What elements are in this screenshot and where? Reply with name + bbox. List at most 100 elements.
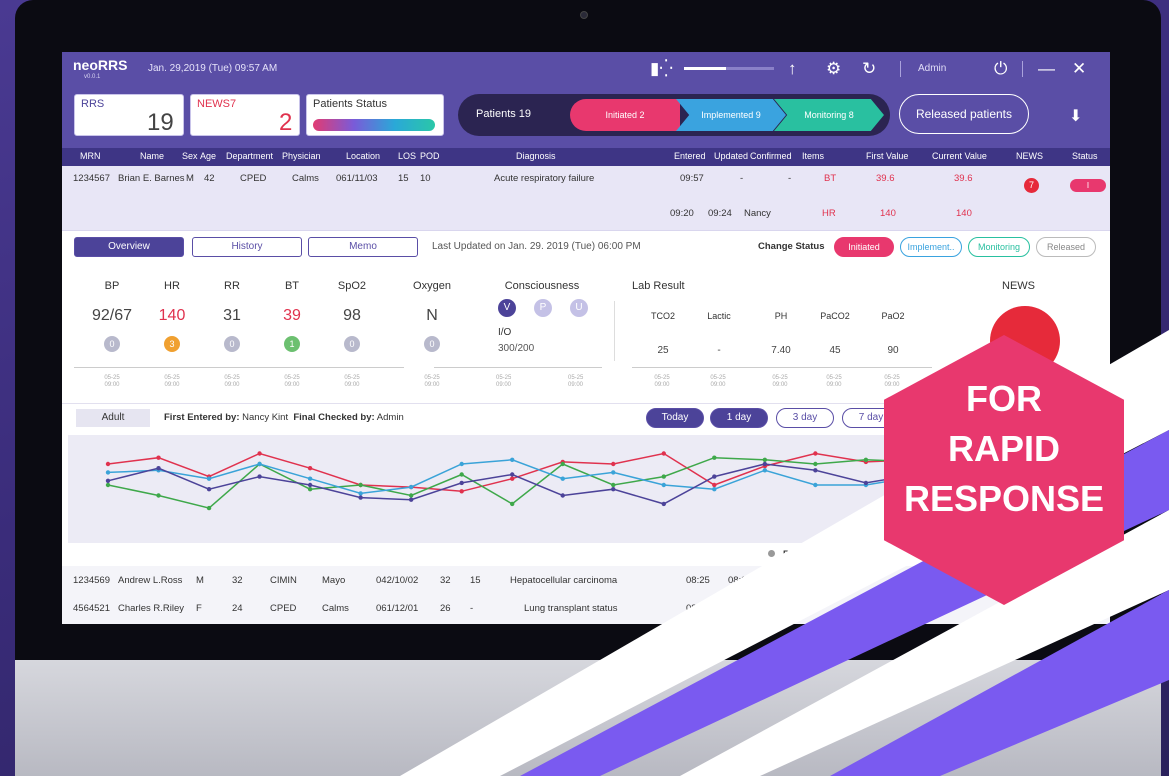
col-status[interactable]: Status — [1072, 151, 1098, 161]
speaker-icon[interactable]: ▮⁛ — [650, 59, 673, 79]
data-point — [560, 476, 565, 481]
col-physician[interactable]: Physician — [282, 151, 321, 161]
range-3day-button[interactable]: 3 day — [776, 408, 834, 428]
vital-timestamp: 05-25 09:00 — [344, 375, 360, 388]
pipeline-monitoring[interactable]: Monitoring 8 — [774, 99, 884, 131]
data-point — [156, 493, 161, 498]
minimize-icon[interactable]: — — [1038, 59, 1055, 79]
data-point — [611, 487, 616, 492]
consciousness-p[interactable]: P — [534, 299, 552, 317]
data-point — [661, 474, 666, 479]
lab-timestamp: 05-25 09:00 — [710, 375, 726, 388]
col-location[interactable]: Location — [346, 151, 380, 161]
pipeline-initiated[interactable]: Initiated 2 — [570, 99, 680, 131]
vital-score-bt: 1 — [284, 336, 300, 352]
lab-value-pao2: 90 — [887, 345, 899, 356]
signal-icon[interactable]: ↑ — [788, 59, 797, 79]
rrs-card[interactable]: RRS 19 — [74, 94, 184, 136]
col-mrn[interactable]: MRN — [80, 151, 101, 161]
col-department[interactable]: Department — [226, 151, 273, 161]
tab-history[interactable]: History — [192, 237, 302, 257]
cell-entered: 09:57 — [680, 173, 704, 184]
vital-label-bp: BP — [104, 280, 120, 292]
cell-sex: M — [186, 173, 194, 184]
col-sex[interactable]: Sex — [182, 151, 198, 161]
data-point — [813, 482, 818, 488]
user-name[interactable]: Admin — [918, 63, 946, 74]
range-today-button[interactable]: Today — [646, 408, 704, 428]
cell-updated: - — [740, 173, 744, 184]
cell-diagnosis: Lung transplant status — [524, 603, 618, 614]
data-point — [510, 476, 515, 481]
tab-overview[interactable]: Overview — [74, 237, 184, 257]
table-row[interactable]: 4564521 Charles R.Riley F 24 CPED Calms … — [62, 596, 1110, 622]
rrs-count: 19 — [147, 109, 174, 136]
cell-first-value: 140 — [880, 208, 896, 219]
data-point — [307, 466, 313, 471]
col-confirmed[interactable]: Confirmed — [750, 151, 792, 161]
download-icon[interactable]: ⬇ — [1069, 106, 1082, 126]
news7-label: NEWS7 — [197, 98, 237, 110]
consciousness-u[interactable]: U — [570, 299, 588, 317]
news-score: 7 — [1024, 178, 1039, 193]
table-row-selected[interactable]: 1234567 Brian E. Barnes M 42 CPED Calms … — [62, 166, 1110, 230]
overlay-line1: FOR — [966, 378, 1042, 419]
col-first-value[interactable]: First Value — [866, 151, 908, 161]
data-point — [459, 489, 464, 494]
io-date: 05-25 — [568, 375, 584, 381]
data-point — [105, 470, 111, 475]
col-name[interactable]: Name — [140, 151, 164, 161]
col-items[interactable]: Items — [802, 151, 824, 161]
patient-pipeline: Patients 19 Initiated 2 Implemented 9 Mo… — [458, 94, 890, 136]
cell-mrn: 1234567 — [73, 173, 110, 184]
close-icon[interactable]: ✕ — [1072, 59, 1086, 79]
consciousness-v[interactable]: V — [498, 299, 516, 317]
patients-status-card[interactable]: Patients Status — [306, 94, 444, 136]
cell-name: Brian E. Barnes — [118, 173, 185, 184]
cell-current-value: 140 — [956, 208, 972, 219]
range-1day-button[interactable]: 1 day — [710, 408, 768, 428]
col-age[interactable]: Age — [200, 151, 216, 161]
status-implemented-button[interactable]: Implement.. — [900, 237, 962, 257]
cell-age: 32 — [232, 575, 243, 586]
status-released-button[interactable]: Released — [1036, 237, 1096, 257]
lab-label-pao2: PaO2 — [881, 311, 905, 321]
power-icon[interactable]: ⏻ — [994, 59, 1007, 79]
cell-confirmed: Nancy — [744, 208, 771, 219]
volume-slider[interactable] — [684, 67, 774, 70]
data-point — [408, 493, 414, 498]
news7-card[interactable]: NEWS7 2 — [190, 94, 300, 136]
adult-label: Adult — [76, 409, 150, 427]
divider — [1022, 61, 1023, 77]
col-pod[interactable]: POD — [420, 151, 440, 161]
io-label: I/O — [498, 327, 512, 338]
lab-value-lactic: - — [717, 345, 721, 356]
cell-department: CPED — [270, 603, 297, 614]
vital-score-spo2: 0 — [344, 336, 360, 352]
col-entered[interactable]: Entered — [674, 151, 706, 161]
io-date: 05-25 — [496, 375, 512, 381]
status-initiated-button[interactable]: Initiated — [834, 237, 894, 257]
col-current-value[interactable]: Current Value — [932, 151, 987, 161]
data-point — [358, 491, 363, 496]
tab-memo[interactable]: Memo — [308, 237, 418, 257]
col-updated[interactable]: Updated — [714, 151, 748, 161]
refresh-icon[interactable]: ↻ — [862, 59, 876, 79]
data-point — [611, 461, 616, 467]
status-gradient-bar — [313, 119, 435, 131]
col-los[interactable]: LOS — [398, 151, 416, 161]
pipeline-implemented[interactable]: Implemented 9 — [676, 99, 786, 131]
cell-entered: 08:2 — [686, 603, 705, 614]
status-monitoring-button[interactable]: Monitoring — [968, 237, 1030, 257]
lab-value-paco2: 45 — [829, 345, 841, 356]
data-point — [813, 451, 818, 456]
released-patients-button[interactable]: Released patients — [899, 94, 1029, 134]
vital-score-oxygen: 0 — [424, 336, 440, 352]
col-diagnosis[interactable]: Diagnosis — [516, 151, 556, 161]
lab-label-lactic: Lactic — [707, 311, 731, 321]
io-time: 09:00 — [568, 382, 584, 388]
data-point — [105, 478, 111, 483]
gear-icon[interactable]: ⚙ — [826, 59, 841, 79]
col-news[interactable]: NEWS — [1016, 151, 1043, 161]
lab-value-ph: 7.40 — [771, 345, 791, 356]
